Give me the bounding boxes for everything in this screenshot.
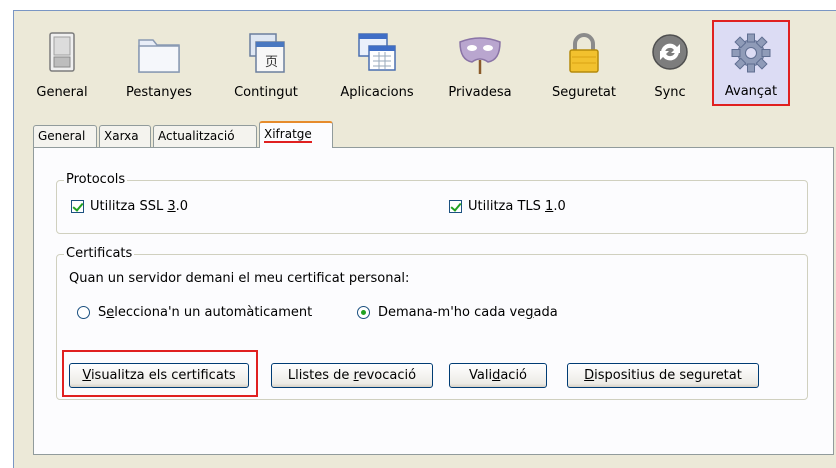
pane-label: Seguretat [552, 85, 616, 100]
tab-label: General [38, 129, 86, 143]
pane-label: Aplicacions [340, 85, 414, 100]
pane-security[interactable]: Seguretat [544, 20, 624, 106]
radio-auto-row[interactable]: Selecciona'n un automàticament [77, 305, 312, 320]
ssl-checkbox[interactable] [71, 200, 84, 213]
tab-label: Xarxa [104, 129, 139, 143]
tls-label: Utilitza TLS 1.0 [468, 199, 566, 214]
pane-label: General [36, 85, 88, 100]
protocols-title: Protocols [64, 172, 128, 187]
pane-sync[interactable]: Sync [644, 20, 696, 106]
padlock-icon [569, 33, 599, 73]
pane-label: Privadesa [448, 85, 512, 100]
radio-auto-label: Selecciona'n un automàticament [98, 305, 313, 320]
sync-icon [652, 34, 688, 70]
pane-label: Sync [654, 85, 686, 100]
pane-label: Pestanyes [126, 85, 192, 100]
radio-ask[interactable] [357, 306, 370, 319]
pane-general[interactable]: General [32, 20, 92, 106]
pane-advanced[interactable]: Avançat [712, 20, 790, 106]
revocation-lists-button[interactable]: Llistes de revocació [271, 363, 433, 388]
privacy-mask-icon [459, 37, 501, 74]
switch-icon [49, 32, 75, 72]
tab-label: Actualització [158, 129, 235, 143]
radio-ask-row[interactable]: Demana-m'ho cada vegada [357, 305, 558, 320]
tls-checkbox[interactable] [449, 200, 462, 213]
pane-label: Avançat [724, 84, 778, 99]
certificates-title: Certificats [64, 246, 135, 261]
tab-network[interactable]: Xarxa [99, 125, 151, 147]
tab-general[interactable]: General [33, 125, 97, 147]
security-devices-button[interactable]: Dispositius de seguretat [567, 363, 759, 388]
radio-ask-label: Demana-m'ho cada vegada [378, 305, 558, 320]
certificate-prompt: Quan un servidor demani el meu certifica… [69, 271, 410, 286]
content-page-icon: 页 [249, 33, 285, 73]
folder-tabs-icon [138, 39, 180, 73]
radio-auto[interactable] [77, 306, 90, 319]
highlight-box [62, 350, 258, 397]
applications-window-icon [358, 33, 396, 71]
pane-label: Contingut [234, 85, 298, 100]
tab-update[interactable]: Actualització [153, 125, 257, 147]
pane-content[interactable]: 页 Contingut [226, 20, 306, 106]
gear-icon [731, 33, 771, 73]
validation-button[interactable]: Validació [449, 363, 547, 388]
encryption-panel: Protocols Utilitza SSL 3.0 Utilitza TLS … [33, 147, 834, 455]
pane-applications[interactable]: Aplicacions [334, 20, 420, 106]
tab-encryption[interactable]: Xifratge [259, 121, 333, 148]
svg-text:页: 页 [265, 55, 278, 70]
pane-privacy[interactable]: Privadesa [442, 20, 518, 106]
tab-label: Xifratge [264, 127, 312, 143]
ssl-checkbox-row[interactable]: Utilitza SSL 3.0 [71, 199, 188, 214]
tls-checkbox-row[interactable]: Utilitza TLS 1.0 [449, 199, 566, 214]
protocols-group: Protocols Utilitza SSL 3.0 Utilitza TLS … [56, 172, 808, 234]
ssl-label: Utilitza SSL 3.0 [90, 199, 189, 214]
pane-tabs[interactable]: Pestanyes [120, 20, 198, 106]
